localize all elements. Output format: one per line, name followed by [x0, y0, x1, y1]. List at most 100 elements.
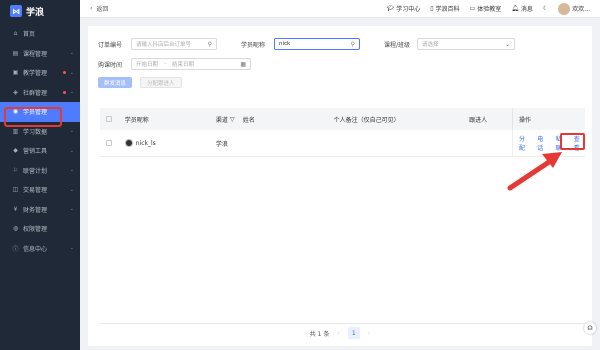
- header-remark: 个人备注（仅自己可见）: [333, 116, 400, 124]
- header-ops: 操作: [511, 108, 585, 130]
- course-placeholder: 请选择: [422, 42, 439, 48]
- app-logo[interactable]: ⋈ 学浪: [0, 0, 80, 22]
- sidebar-item-permission[interactable]: ◍ 权限管理: [0, 219, 80, 239]
- book-icon: ▯: [430, 5, 434, 12]
- view-link[interactable]: 查看: [574, 134, 585, 152]
- select-all-checkbox[interactable]: [106, 116, 112, 122]
- chevron-down-icon: ⌄: [69, 167, 74, 174]
- sidebar-nav: ⌂ 首页 ▤ 课程管理 ⌄ ▣ 教学管理 ⌄ ◈ 社群管理 ⌄ ◉ 学员管理 ▥ 学习数据 ⌄ ◆ 营销工具 ⌄ ⚐ 联…: [0, 24, 80, 258]
- sidebar-item-teaching[interactable]: ▣ 教学管理 ⌄: [0, 63, 80, 83]
- graduation-cap-icon: 🎓︎: [386, 5, 395, 12]
- time-label: 购课时间: [98, 61, 123, 69]
- bulk-message-button[interactable]: 群发消息: [98, 77, 133, 88]
- table-header: 学员昵称 渠道 ▽ 姓名 个人备注（仅自己可见） 跟进人 操作: [100, 108, 585, 130]
- top-link-encyclopedia[interactable]: ▯ 学浪百科: [430, 4, 459, 13]
- sidebar-item-label: 营销工具: [23, 148, 48, 156]
- user-menu[interactable]: 欢欢...: [558, 2, 590, 15]
- assign-follower-button[interactable]: 分配跟进人: [140, 77, 182, 88]
- search-icon[interactable]: ⚲: [351, 41, 355, 48]
- chevron-down-icon: ⌄: [69, 147, 74, 154]
- student-icon: ◉: [12, 108, 19, 116]
- table-scrollbar[interactable]: [100, 323, 585, 324]
- nickname-label: 学员昵称: [241, 41, 266, 49]
- search-icon[interactable]: ⚲: [208, 41, 212, 48]
- student-table: 学员昵称 渠道 ▽ 姓名 个人备注（仅自己可见） 跟进人 操作 nick_ls …: [100, 108, 585, 157]
- student-nickname: nick_ls: [135, 139, 156, 147]
- prev-page-button[interactable]: ‹: [337, 330, 339, 337]
- page-1-button[interactable]: 1: [347, 327, 360, 339]
- sidebar-item-community[interactable]: ◈ 社群管理 ⌄: [0, 83, 80, 103]
- private-chat-link[interactable]: 私聊: [555, 134, 566, 152]
- sidebar-item-trade[interactable]: ◫ 交易管理 ⌄: [0, 180, 80, 200]
- start-date: 开始日期: [136, 62, 159, 68]
- order-number-input[interactable]: 请输入抖店后台订单号 ⚲: [131, 38, 217, 50]
- home-icon: ⌂: [13, 30, 18, 38]
- data-icon: ▥: [12, 127, 19, 135]
- chevron-down-icon: ⌄: [69, 128, 74, 135]
- top-link-label: 体验教室: [477, 6, 502, 13]
- info-icon: ⓘ: [12, 245, 19, 253]
- top-link-trial-classroom[interactable]: ▭ 体验教室: [470, 4, 502, 13]
- order-label: 订单编号: [98, 41, 123, 49]
- order-placeholder: 请输入抖店后台订单号: [136, 42, 192, 48]
- sidebar-item-label: 权限管理: [23, 226, 48, 234]
- sidebar-item-label: 财务管理: [23, 206, 48, 214]
- sidebar-item-label: 首页: [23, 31, 36, 39]
- top-link-label: 学习中心: [396, 6, 421, 13]
- sidebar-item-label: 社群管理: [23, 89, 48, 97]
- user-name: 欢欢...: [572, 6, 590, 13]
- top-header: ‹ 返回 🎓︎ 学习中心 ▯ 学浪百科 ▭ 体验教室 🔔︎ 消息 ☾ 欢欢...: [80, 0, 600, 18]
- trade-icon: ◫: [12, 186, 19, 194]
- chevron-left-icon: ‹: [90, 5, 93, 12]
- header-channel-label: 渠道: [215, 116, 228, 124]
- sidebar-item-data[interactable]: ▥ 学习数据 ⌄: [0, 122, 80, 142]
- header-realname: 姓名: [242, 116, 255, 124]
- filter-icon[interactable]: ▽: [230, 116, 235, 123]
- sidebar-item-student[interactable]: ◉ 学员管理: [0, 102, 80, 122]
- cell-ops: 分配 电话 私聊 查看: [511, 130, 585, 156]
- monitor-icon: ▭: [469, 5, 476, 12]
- chevron-down-icon: ⌄: [69, 50, 74, 57]
- marketing-icon: ◆: [13, 147, 18, 155]
- calendar-icon: ▦: [240, 60, 246, 68]
- chevron-down-icon: ⌄: [69, 245, 74, 252]
- notification-dot: [62, 90, 66, 94]
- chevron-down-icon: ⌄: [69, 206, 74, 213]
- date-range-picker[interactable]: 开始日期 - 结束日期 ▦: [131, 58, 251, 70]
- course-label: 课程/班级: [384, 41, 411, 49]
- logo-text: 学浪: [26, 7, 45, 18]
- course-select[interactable]: 请选择 ⌄: [417, 38, 515, 50]
- teaching-icon: ▣: [12, 69, 19, 77]
- top-link-messages[interactable]: 🔔︎ 消息: [511, 4, 533, 13]
- notification-dot: [62, 71, 66, 75]
- sidebar-item-alliance[interactable]: ⚐ 联营计划 ⌄: [0, 161, 80, 181]
- next-page-button[interactable]: ›: [368, 330, 370, 337]
- end-date: 结束日期: [172, 62, 195, 68]
- back-button[interactable]: ‹ 返回: [90, 4, 108, 13]
- avatar: [558, 2, 571, 15]
- sidebar-item-label: 学习数据: [23, 128, 48, 136]
- sidebar-item-info[interactable]: ⓘ 信息中心 ⌄: [0, 239, 80, 259]
- chevron-down-icon: ⌄: [69, 89, 74, 96]
- sidebar-item-marketing[interactable]: ◆ 营销工具 ⌄: [0, 141, 80, 161]
- nickname-input[interactable]: nick ⚲: [274, 38, 360, 50]
- assign-link[interactable]: 分配: [519, 134, 530, 152]
- chevron-down-icon: ⌄: [504, 40, 510, 48]
- sidebar-item-home[interactable]: ⌂ 首页: [0, 24, 80, 44]
- customer-service-icon[interactable]: ☊: [584, 322, 596, 334]
- phone-link[interactable]: 电话: [537, 134, 548, 152]
- sidebar: ⋈ 学浪 ⌂ 首页 ▤ 课程管理 ⌄ ▣ 教学管理 ⌄ ◈ 社群管理 ⌄ ◉ 学员管理 ▥ 学习数据 ⌄ ◆ 营销…: [0, 0, 80, 350]
- sidebar-item-finance[interactable]: ¥ 财务管理 ⌄: [0, 200, 80, 220]
- logo-icon: ⋈: [10, 5, 22, 17]
- finance-icon: ¥: [13, 205, 18, 213]
- sidebar-item-course[interactable]: ▤ 课程管理 ⌄: [0, 44, 80, 64]
- moon-icon[interactable]: ☾: [543, 5, 548, 12]
- sidebar-item-label: 信息中心: [23, 245, 48, 253]
- row-checkbox[interactable]: [106, 140, 112, 146]
- chevron-down-icon: ⌄: [69, 186, 74, 193]
- top-link-learning-center[interactable]: 🎓︎ 学习中心: [387, 4, 421, 13]
- back-label: 返回: [96, 6, 109, 13]
- alliance-icon: ⚐: [12, 166, 19, 174]
- top-link-label: 学浪百科: [435, 6, 460, 13]
- header-name: 学员昵称: [124, 116, 149, 124]
